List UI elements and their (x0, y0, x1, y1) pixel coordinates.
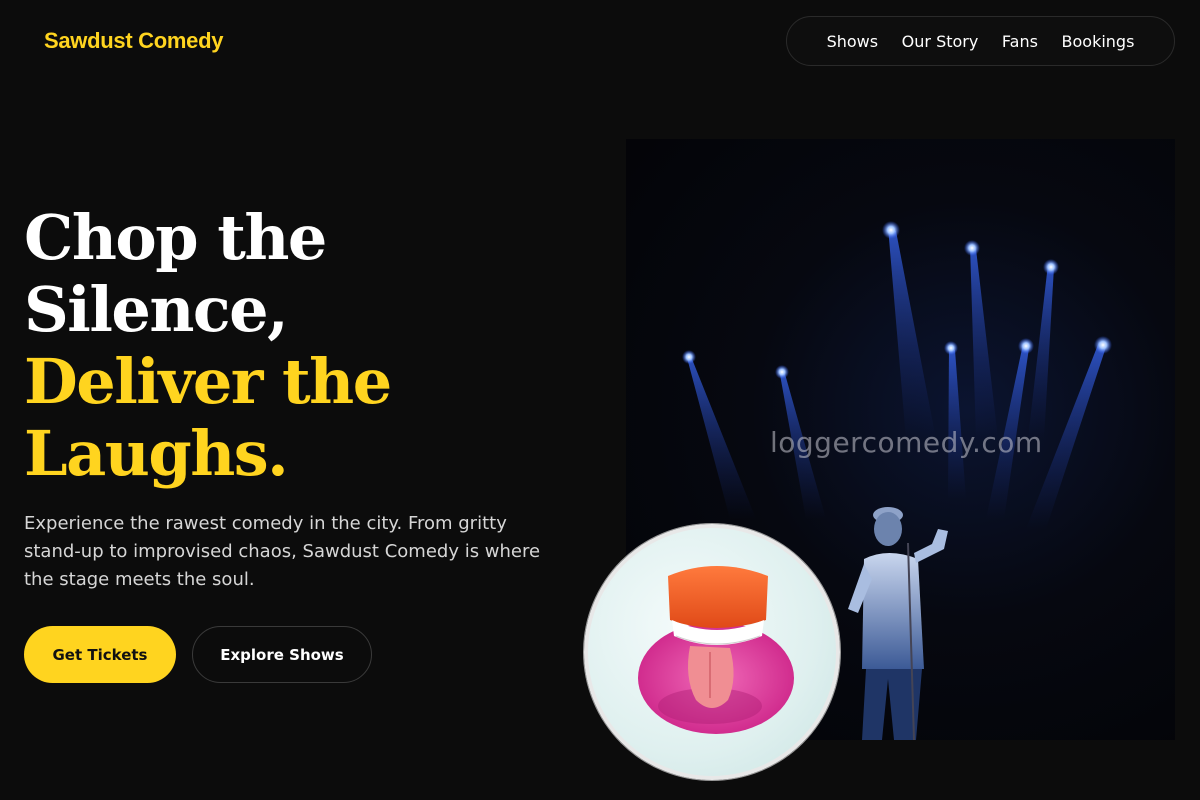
main-nav: Shows Our Story Fans Bookings (786, 16, 1175, 66)
brand-logo[interactable]: Sawdust Comedy (44, 28, 223, 54)
image-watermark: loggercomedy.com (770, 426, 1043, 459)
headline-line-2: Silence, (24, 273, 289, 346)
hero-headline: Chop the Silence, Deliver the Laughs. (24, 202, 584, 490)
joke-teeth-photo (584, 524, 840, 780)
get-tickets-button[interactable]: Get Tickets (24, 626, 176, 683)
headline-line-1: Chop the (24, 201, 327, 274)
hero-description: Experience the rawest comedy in the city… (24, 513, 541, 590)
joke-teeth-photo-icon (638, 566, 794, 734)
nav-link-shows[interactable]: Shows (827, 32, 879, 51)
explore-shows-button[interactable]: Explore Shows (192, 626, 372, 683)
nav-link-fans[interactable]: Fans (1002, 32, 1038, 51)
headline-line-3: Deliver the (24, 345, 392, 418)
nav-link-bookings[interactable]: Bookings (1062, 32, 1135, 51)
headline-line-4: Laughs. (24, 417, 289, 490)
nav-link-our-story[interactable]: Our Story (902, 32, 979, 51)
